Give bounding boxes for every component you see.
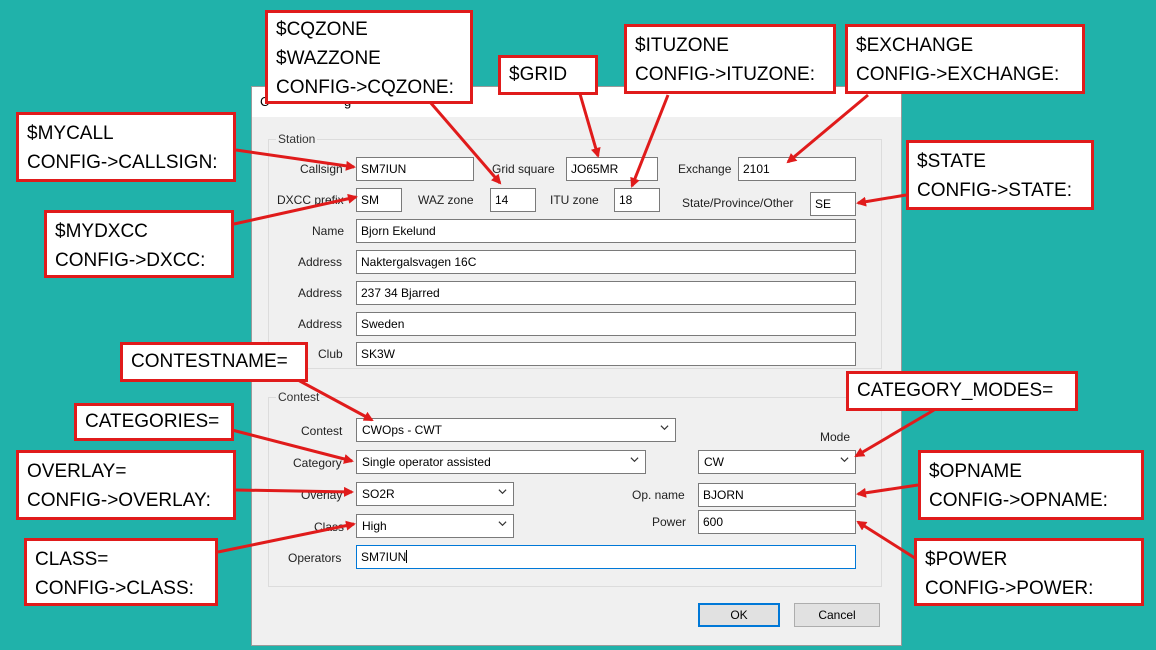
- callout-contestname-line1: CONTESTNAME=: [131, 351, 288, 372]
- callout-ituzone: $ITUZONE CONFIG->ITUZONE:: [624, 24, 836, 94]
- callout-mydxcc-line2: CONFIG->DXCC:: [55, 250, 206, 271]
- callout-opname-line1: $OPNAME: [929, 461, 1022, 482]
- callout-ituzone-line2: CONFIG->ITUZONE:: [635, 64, 815, 85]
- arrow-class: [217, 520, 356, 554]
- arrow-ituzone: [630, 94, 670, 188]
- arrow-opname: [856, 483, 919, 498]
- callout-overlay-line2: CONFIG->OVERLAY:: [27, 490, 211, 511]
- callout-power-line2: CONFIG->POWER:: [925, 578, 1094, 599]
- callout-mydxcc-line1: $MYDXCC: [55, 221, 148, 242]
- callout-state: $STATE CONFIG->STATE:: [906, 140, 1094, 210]
- callout-opname: $OPNAME CONFIG->OPNAME:: [918, 450, 1144, 520]
- callout-grid-line1: $GRID: [509, 64, 568, 85]
- callout-categories: CATEGORIES=: [74, 403, 234, 441]
- callout-contestname: CONTESTNAME=: [120, 342, 308, 382]
- callout-categories-line1: CATEGORIES=: [85, 411, 220, 432]
- callout-category-modes-line1: CATEGORY_MODES=: [857, 380, 1054, 401]
- callout-exchange: $EXCHANGE CONFIG->EXCHANGE:: [845, 24, 1085, 94]
- arrow-categories: [231, 428, 354, 464]
- callout-grid: $GRID: [498, 55, 598, 95]
- callout-power-line1: $POWER: [925, 549, 1008, 570]
- arrow-state: [856, 193, 907, 207]
- arrow-cqzone: [428, 101, 502, 185]
- arrow-mydxcc: [233, 193, 358, 226]
- callout-state-line2: CONFIG->STATE:: [917, 180, 1072, 201]
- callout-state-line1: $STATE: [917, 151, 986, 172]
- arrow-mycall: [235, 148, 356, 171]
- callout-exchange-line1: $EXCHANGE: [856, 35, 974, 56]
- arrow-power: [856, 520, 919, 562]
- arrow-grid: [578, 93, 601, 158]
- callout-category-modes: CATEGORY_MODES=: [846, 371, 1078, 411]
- callout-cqzone: $CQZONE $WAZZONE CONFIG->CQZONE:: [265, 10, 473, 104]
- arrow-exchange: [786, 93, 869, 164]
- arrow-contestname: [297, 378, 374, 422]
- callout-mycall-line2: CONFIG->CALLSIGN:: [27, 152, 218, 173]
- callout-class-line1: CLASS=: [35, 549, 109, 570]
- callout-overlay-line1: OVERLAY=: [27, 461, 127, 482]
- callout-class: CLASS= CONFIG->CLASS:: [24, 538, 218, 606]
- arrow-overlay: [235, 486, 354, 497]
- callout-mydxcc: $MYDXCC CONFIG->DXCC:: [44, 210, 234, 278]
- callout-cqzone-line2: $WAZZONE: [276, 48, 381, 69]
- callout-mycall-line1: $MYCALL: [27, 123, 114, 144]
- callout-opname-line2: CONFIG->OPNAME:: [929, 490, 1108, 511]
- callout-power: $POWER CONFIG->POWER:: [914, 538, 1144, 606]
- callout-exchange-line2: CONFIG->EXCHANGE:: [856, 64, 1060, 85]
- callout-overlay: OVERLAY= CONFIG->OVERLAY:: [16, 450, 236, 520]
- callout-mycall: $MYCALL CONFIG->CALLSIGN:: [16, 112, 236, 182]
- callout-class-line2: CONFIG->CLASS:: [35, 578, 194, 599]
- callout-cqzone-line1: $CQZONE: [276, 19, 368, 40]
- callout-cqzone-line3: CONFIG->CQZONE:: [276, 77, 454, 98]
- callout-ituzone-line1: $ITUZONE: [635, 35, 729, 56]
